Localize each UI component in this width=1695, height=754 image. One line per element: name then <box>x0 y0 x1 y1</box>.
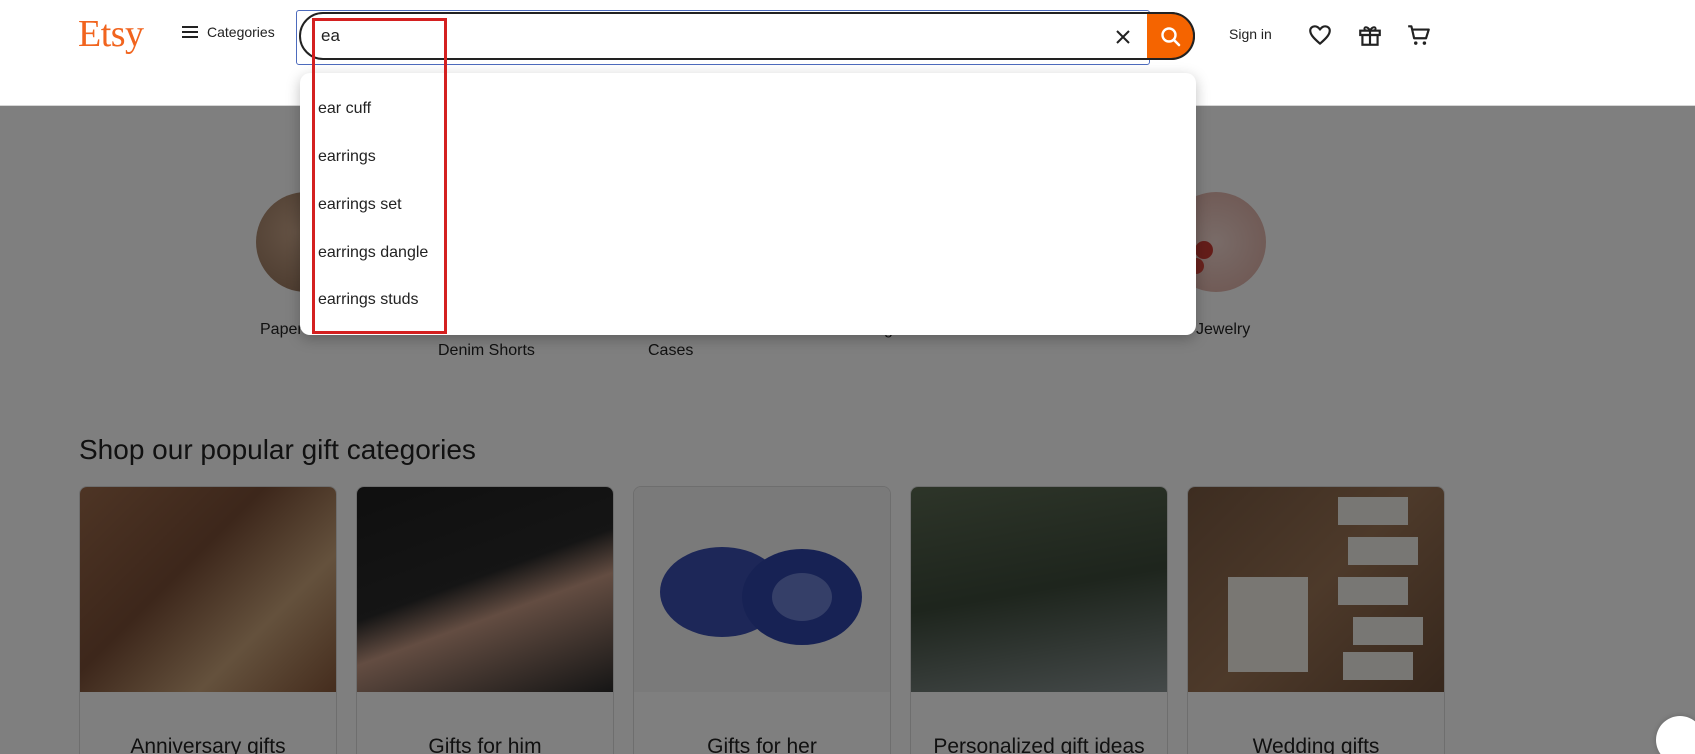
heart-icon <box>1309 25 1331 45</box>
cart-icon <box>1408 25 1430 45</box>
sign-in-link[interactable]: Sign in <box>1229 26 1272 42</box>
annotation-highlight-box <box>312 18 447 334</box>
cart-button[interactable] <box>1406 22 1432 48</box>
gift-icon <box>1359 26 1381 46</box>
favorites-button[interactable] <box>1307 22 1333 48</box>
search-icon <box>1161 27 1181 47</box>
categories-button[interactable]: Categories <box>182 24 275 40</box>
gift-mode-button[interactable] <box>1357 22 1383 48</box>
hamburger-icon <box>182 26 198 38</box>
search-button[interactable] <box>1147 12 1195 60</box>
close-icon <box>1116 30 1130 44</box>
categories-label: Categories <box>207 24 275 40</box>
etsy-logo[interactable]: Etsy <box>78 12 144 56</box>
clear-search-button[interactable] <box>1111 25 1135 49</box>
